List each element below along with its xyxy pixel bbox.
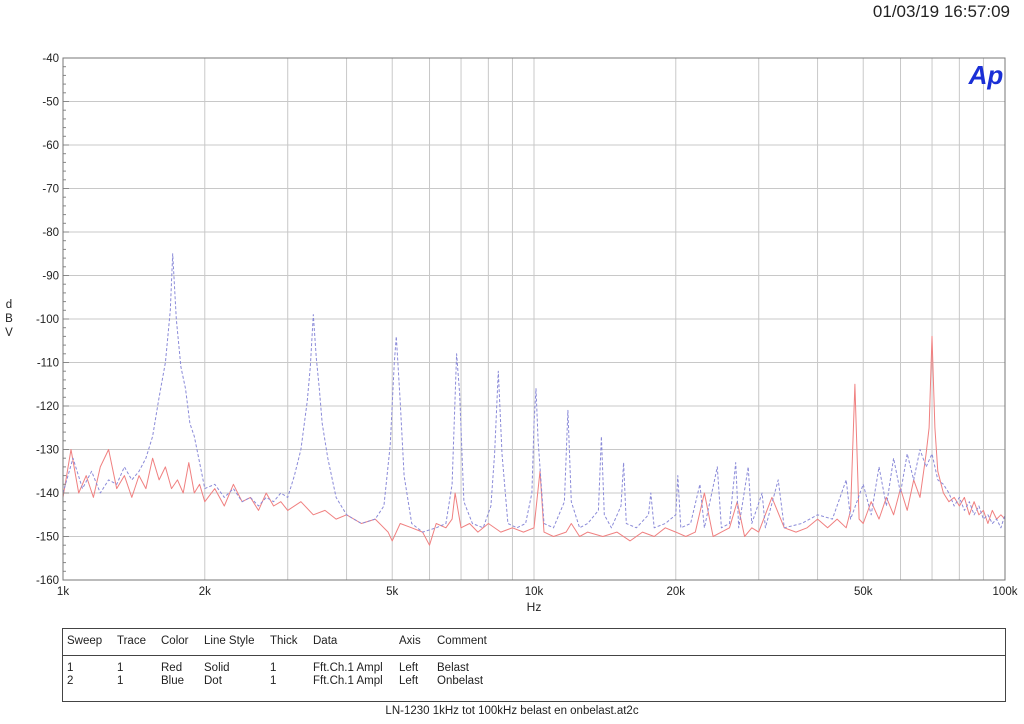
y-tick-label: -100 [36, 314, 59, 326]
x-tick-label: 100k [993, 586, 1018, 598]
x-tick-label: 50k [854, 586, 873, 598]
legend-cell: Dot [204, 675, 222, 687]
y-tick-label: -140 [36, 488, 59, 500]
fft-chart: -40 -50 -60 -70 -80 -90 -100 -110 -120 -130 -140 -1… [36, 53, 1018, 614]
legend-cell: Left [399, 662, 419, 674]
x-tick-label: 5k [386, 586, 398, 598]
legend-cell: Fft.Ch.1 Ampl [313, 662, 383, 674]
legend-cell: Blue [161, 675, 185, 687]
legend-header-cell: Thick [270, 635, 298, 647]
legend-cell: 1 [117, 662, 124, 674]
y-tick-label: -40 [42, 53, 59, 65]
x-tick-label: 2k [199, 586, 211, 598]
legend-header-cell: Data [313, 635, 338, 647]
legend-cell: Red [161, 662, 183, 674]
x-tick-label: 10k [525, 586, 544, 598]
x-tick-label: 1k [57, 586, 69, 598]
legend-table: Sweep Trace Color Line Style Thick Data Axis Co… [62, 628, 1006, 702]
y-tick-label: -80 [42, 227, 59, 239]
y-tick-label: -60 [42, 140, 59, 152]
y-tick-label: -150 [36, 532, 59, 544]
x-tick-label: 20k [667, 586, 686, 598]
legend-cell: Solid [204, 662, 230, 674]
y-axis-label-letter: V [5, 327, 13, 339]
legend-header-cell: Comment [437, 635, 487, 647]
y-tick-label: -90 [42, 271, 59, 283]
legend-cell: 1 [270, 675, 277, 687]
y-tick-label: -70 [42, 184, 59, 196]
y-axis-label: dBV [4, 298, 14, 340]
legend-header-cell: Axis [399, 635, 421, 647]
legend-cell: Fft.Ch.1 Ampl [313, 675, 383, 687]
legend-cell: 1 [270, 662, 277, 674]
y-tick-label: -160 [36, 575, 59, 587]
legend-cell: Belast [437, 662, 469, 674]
y-tick-label: -130 [36, 445, 59, 457]
file-name-footer: LN-1230 1kHz tot 100kHz belast en onbela… [385, 705, 639, 717]
y-axis-label-letter: d [5, 299, 13, 311]
legend-cell: 1 [117, 675, 124, 687]
legend-header-cell: Trace [117, 635, 146, 647]
legend-header-cell: Sweep [67, 635, 103, 647]
y-axis-label-letter: B [5, 313, 13, 325]
legend-cell: Onbelast [437, 675, 484, 687]
legend-header-cell: Line Style [204, 635, 255, 647]
y-tick-label: -50 [42, 97, 59, 109]
x-axis-label: Hz [527, 600, 542, 614]
legend-header-row: Sweep Trace Color Line Style Thick Data Axis Co… [63, 629, 1005, 656]
y-tick-label: -110 [37, 358, 59, 370]
legend-cell: 2 [67, 675, 74, 687]
ap-logo-icon: Ap [968, 60, 1004, 90]
y-tick-label: -120 [36, 401, 59, 413]
legend-cell: Left [399, 675, 419, 687]
legend-cell: 1 [67, 662, 74, 674]
legend-header-cell: Color [161, 635, 189, 647]
